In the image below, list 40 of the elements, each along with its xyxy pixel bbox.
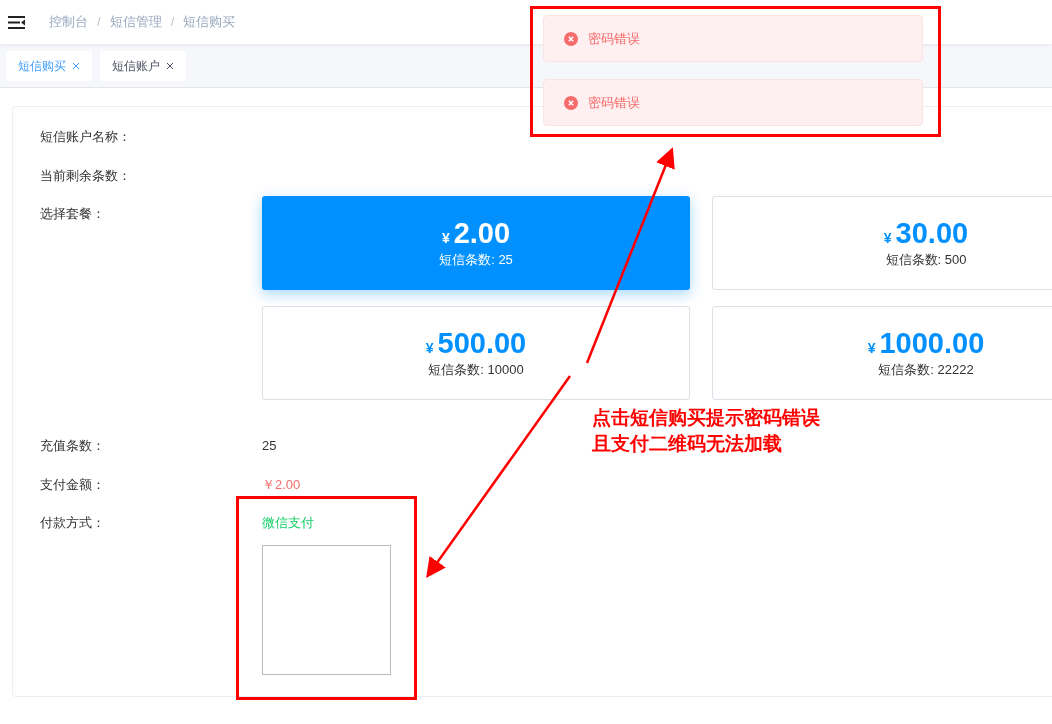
currency-symbol: ¥ — [425, 339, 434, 359]
field-label: 当前剩余条数： — [40, 166, 132, 185]
package-card[interactable]: ¥2.00 短信条数: 25 — [262, 196, 690, 290]
breadcrumb-item[interactable]: 短信管理 — [109, 12, 162, 32]
close-icon[interactable] — [166, 61, 174, 70]
package-card[interactable]: ¥1000.00 短信条数: 22222 — [712, 306, 1052, 400]
error-message: 密码错误 — [543, 15, 923, 62]
breadcrumb-separator: / — [97, 13, 101, 32]
annotation-text: 点击短信购买提示密码错误 — [592, 406, 820, 430]
annotation-text: 且支付二维码无法加载 — [592, 432, 783, 456]
currency-symbol: ¥ — [883, 229, 892, 249]
package-price: 1000.00 — [879, 326, 985, 361]
package-price: 500.00 — [437, 326, 527, 361]
menu-icon[interactable] — [8, 15, 25, 29]
error-message: 密码错误 — [543, 79, 923, 126]
package-count: 短信条数: 25 — [439, 251, 513, 270]
field-label: 付款方式： — [40, 514, 106, 532]
breadcrumb-separator: / — [170, 13, 175, 32]
error-icon — [564, 95, 578, 110]
recharge-count: 25 — [262, 437, 277, 455]
currency-symbol: ¥ — [441, 229, 450, 249]
package-price: 2.00 — [453, 216, 511, 251]
breadcrumb-item[interactable]: 控制台 — [49, 12, 88, 32]
package-count: 短信条数: 22222 — [878, 361, 974, 380]
field-label: 充值条数： — [40, 437, 106, 455]
page-tab[interactable]: 短信账户 — [100, 50, 186, 81]
package-card[interactable]: ¥500.00 短信条数: 10000 — [262, 306, 690, 400]
package-count: 短信条数: 10000 — [428, 361, 524, 380]
breadcrumb-item[interactable]: 短信购买 — [183, 12, 236, 32]
payment-amount: ￥2.00 — [262, 475, 301, 494]
field-label: 支付金额： — [40, 475, 106, 494]
field-label: 选择套餐： — [40, 205, 106, 223]
error-icon — [564, 31, 578, 46]
package-card[interactable]: ¥30.00 短信条数: 500 — [712, 196, 1052, 290]
page-tab[interactable]: 短信购买 — [6, 50, 92, 81]
currency-symbol: ¥ — [867, 339, 876, 359]
package-count: 短信条数: 500 — [885, 251, 967, 270]
payment-method: 微信支付 — [262, 514, 315, 532]
package-price: 30.00 — [895, 216, 969, 251]
field-label: 短信账户名称： — [40, 128, 132, 146]
